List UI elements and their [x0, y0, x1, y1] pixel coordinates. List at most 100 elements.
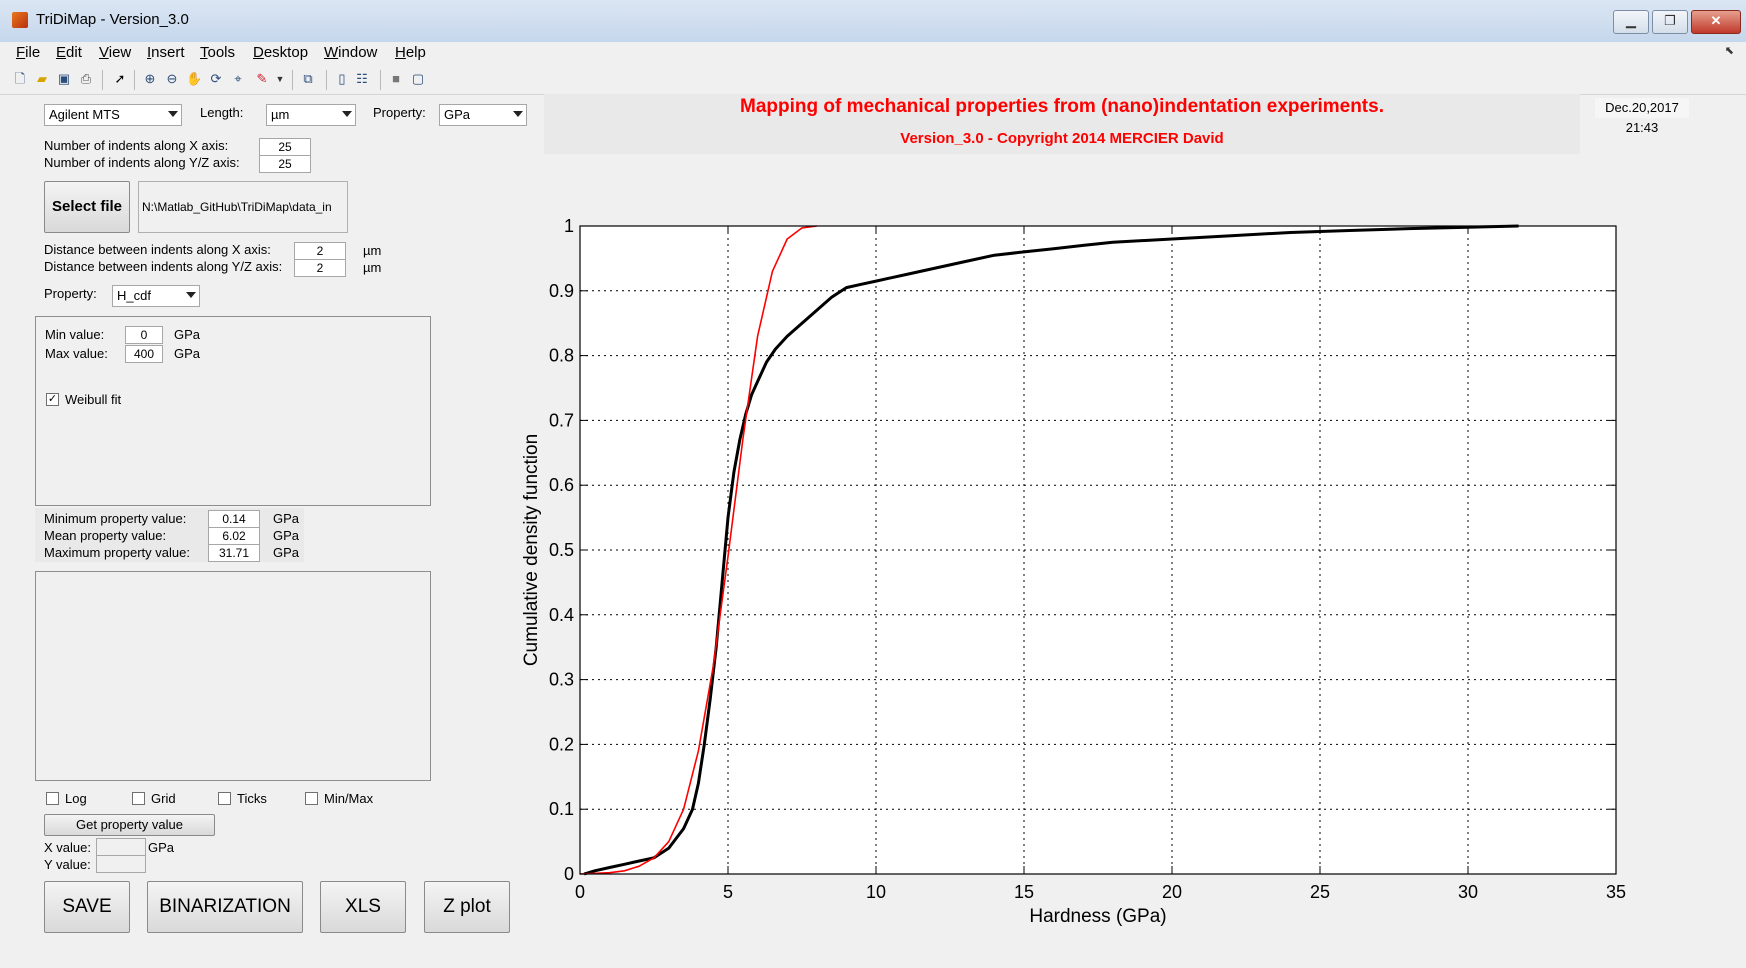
- distance-x-input[interactable]: 2: [294, 242, 346, 260]
- max-value-input[interactable]: 400: [125, 345, 163, 363]
- max-property-value: 31.71: [208, 544, 260, 562]
- y-tick-label: 0: [564, 864, 574, 884]
- log-label: Log: [65, 791, 87, 806]
- x-tick-label: 5: [723, 882, 733, 902]
- y-tick-label: 0.7: [549, 410, 574, 430]
- x-tick-label: 0: [575, 882, 585, 902]
- length-unit-value: µm: [271, 107, 290, 122]
- indents-y-input[interactable]: 25: [259, 155, 311, 173]
- menu-tools[interactable]: Tools: [200, 42, 235, 64]
- z-plot-button[interactable]: Z plot: [424, 881, 510, 933]
- menu-bar: File Edit View Insert Tools Desktop Wind…: [0, 42, 1746, 64]
- pan-hand-icon[interactable]: ✋: [186, 71, 202, 87]
- chevron-down-icon: [186, 292, 196, 298]
- legend-icon[interactable]: ☷: [354, 71, 370, 87]
- brush-dropdown-icon[interactable]: ▼: [272, 71, 288, 87]
- title-bar: [0, 0, 1746, 43]
- max-property-unit: GPa: [273, 545, 300, 560]
- y-axis-label: Cumulative density function: [521, 434, 542, 666]
- instrument-value: Agilent MTS: [49, 107, 120, 122]
- restore-button[interactable]: ❐: [1652, 10, 1688, 34]
- y-tick-label: 0.4: [549, 605, 574, 625]
- x-axis-label: Hardness (GPa): [1029, 906, 1166, 927]
- dock-arrow-icon[interactable]: ⬉: [1725, 44, 1734, 57]
- ticks-checkbox[interactable]: [218, 792, 231, 805]
- distance-y-unit: µm: [363, 260, 382, 275]
- weibull-fit-label: Weibull fit: [65, 392, 122, 407]
- x-tick-label: 15: [1014, 882, 1034, 902]
- xls-button[interactable]: XLS: [320, 881, 406, 933]
- mean-property-value: 6.02: [208, 527, 260, 545]
- cdf-chart[interactable]: 0 5 10 15 20 25 30 35 0 0.1 0.2 0.3 0.4 0.5 0.6 0.7 0.8 0…: [500, 200, 1646, 930]
- menu-file[interactable]: File: [16, 42, 40, 64]
- distance-y-input[interactable]: 2: [294, 259, 346, 277]
- chevron-down-icon: [168, 111, 178, 117]
- x-tick-label: 10: [866, 882, 886, 902]
- file-path-field[interactable]: N:\Matlab_GitHub\TriDiMap\data_in: [138, 181, 348, 233]
- new-file-icon[interactable]: 🗋: [12, 71, 28, 87]
- x-value-label: X value:: [44, 840, 91, 855]
- brush-icon[interactable]: ✎: [254, 71, 270, 87]
- zoom-in-icon[interactable]: ⊕: [142, 71, 158, 87]
- y-value-field[interactable]: [96, 855, 146, 873]
- indents-x-label: Number of indents along X axis:: [44, 138, 229, 153]
- length-unit-select[interactable]: µm: [266, 104, 356, 126]
- menu-view[interactable]: View: [99, 42, 131, 64]
- distance-x-label: Distance between indents along X axis:: [44, 242, 271, 257]
- grid-label: Grid: [151, 791, 176, 806]
- grid-checkbox[interactable]: [132, 792, 145, 805]
- y-tick-label: 0.2: [549, 734, 574, 754]
- toolbar-separator: [134, 70, 135, 90]
- property-unit-select[interactable]: GPa: [439, 104, 527, 126]
- min-value-input[interactable]: 0: [125, 326, 163, 344]
- select-file-button[interactable]: Select file: [44, 181, 130, 233]
- menu-insert[interactable]: Insert: [147, 42, 185, 64]
- minimize-button[interactable]: ▁: [1613, 10, 1649, 34]
- menu-desktop[interactable]: Desktop: [253, 42, 308, 64]
- min-property-label: Minimum property value:: [44, 511, 187, 526]
- close-button[interactable]: ✕: [1691, 10, 1741, 34]
- y-tick-label: 0.6: [549, 475, 574, 495]
- pointer-arrow-icon[interactable]: ➚: [112, 71, 128, 87]
- length-label: Length:: [200, 105, 244, 120]
- show-plot-tools-icon[interactable]: ▢: [410, 71, 426, 87]
- x-tick-label: 35: [1606, 882, 1626, 902]
- chevron-down-icon: [342, 111, 352, 117]
- hide-plot-tools-icon[interactable]: ■: [388, 71, 404, 87]
- minmax-checkbox[interactable]: [305, 792, 318, 805]
- save-disk-icon[interactable]: ▣: [56, 71, 72, 87]
- x-value-field[interactable]: [96, 838, 146, 856]
- print-preview-icon[interactable]: ⧉: [300, 71, 316, 87]
- menu-window[interactable]: Window: [324, 42, 377, 64]
- property-unit-label: Property:: [373, 105, 426, 120]
- weibull-fit-checkbox[interactable]: ✓: [46, 393, 59, 406]
- get-property-value-button[interactable]: Get property value: [44, 814, 215, 836]
- log-checkbox[interactable]: [46, 792, 59, 805]
- chevron-down-icon: [513, 111, 523, 117]
- binarization-button[interactable]: BINARIZATION: [147, 881, 303, 933]
- colorbar-icon[interactable]: ▯: [334, 71, 350, 87]
- data-cursor-icon[interactable]: ⌖: [230, 71, 246, 87]
- toolbar-separator: [326, 70, 327, 90]
- print-icon[interactable]: ⎙: [78, 71, 94, 87]
- rotate-3d-icon[interactable]: ⟳: [208, 71, 224, 87]
- toolbar: 🗋 ▰ ▣ ⎙ ➚ ⊕ ⊖ ✋ ⟳ ⌖ ✎ ▼ ⧉ ▯ ☷ ■ ▢: [0, 64, 1746, 95]
- options-panel: [35, 571, 431, 781]
- open-folder-icon[interactable]: ▰: [34, 71, 50, 87]
- menu-help[interactable]: Help: [395, 42, 426, 64]
- property-unit-value: GPa: [444, 107, 471, 122]
- instrument-select[interactable]: Agilent MTS: [44, 104, 182, 126]
- window-title: TriDiMap - Version_3.0: [36, 11, 189, 28]
- min-value-label: Min value:: [45, 327, 105, 342]
- zoom-out-icon[interactable]: ⊖: [164, 71, 180, 87]
- max-property-label: Maximum property value:: [44, 545, 190, 560]
- property-select[interactable]: H_cdf: [112, 285, 200, 307]
- x-tick-label: 30: [1458, 882, 1478, 902]
- indents-x-input[interactable]: 25: [259, 138, 311, 156]
- distance-y-label: Distance between indents along Y/Z axis:: [44, 259, 283, 274]
- menu-edit[interactable]: Edit: [56, 42, 82, 64]
- matlab-icon: [12, 12, 28, 28]
- save-button[interactable]: SAVE: [44, 881, 130, 933]
- y-tick-label: 1: [564, 216, 574, 236]
- app-heading: Mapping of mechanical properties from (n…: [740, 96, 1384, 117]
